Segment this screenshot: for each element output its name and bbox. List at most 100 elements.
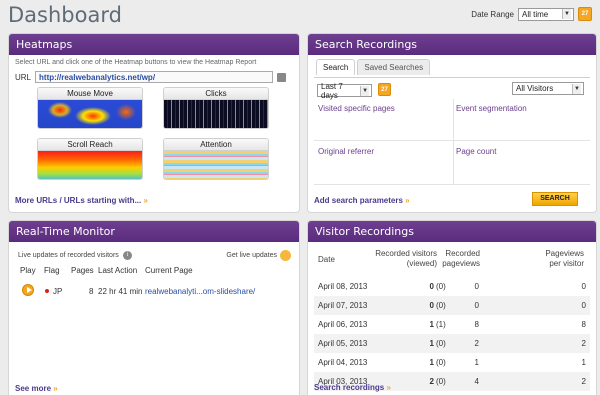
- live-updates-label: Get live updates: [226, 252, 277, 259]
- tab-search[interactable]: Search: [316, 59, 356, 75]
- row-recorded: 0: [429, 301, 434, 310]
- attention-label: Attention: [164, 139, 268, 151]
- scroll-reach-label: Scroll Reach: [38, 139, 142, 151]
- chevron-right-icon: »: [143, 196, 148, 205]
- table-row[interactable]: April 04, 2013 1 (0) 1 1: [314, 353, 590, 372]
- search-tabs: Search Saved Searches: [316, 59, 431, 75]
- visitors-select[interactable]: All Visitors ▼: [512, 82, 584, 95]
- col-ppv-label-1: Pageviews: [545, 249, 584, 258]
- chevron-down-icon: ▼: [572, 83, 581, 94]
- table-row[interactable]: April 06, 2013 1 (1) 8 8: [314, 315, 590, 334]
- table-row[interactable]: April 05, 2013 1 (0) 2 2: [314, 334, 590, 353]
- col-flag: Flag: [44, 266, 60, 275]
- col-last-action: Last Action: [98, 266, 138, 275]
- heatmaps-panel: Heatmaps Select URL and click one of the…: [8, 33, 300, 213]
- row-viewed: (0): [436, 358, 446, 367]
- row-recorded: 0: [429, 282, 434, 291]
- date-range-value: All time: [522, 9, 549, 19]
- url-label: URL: [15, 72, 32, 82]
- table-row[interactable]: April 07, 2013 0 (0) 0 0: [314, 296, 590, 315]
- url-picker-icon[interactable]: [277, 72, 287, 82]
- tab-saved-searches[interactable]: Saved Searches: [357, 59, 431, 75]
- row-pageviews: 1: [474, 358, 479, 367]
- search-recordings-link[interactable]: Search recordings »: [314, 383, 391, 392]
- page-count-filter[interactable]: Page count: [456, 147, 496, 156]
- realtime-title: Real-Time Monitor: [9, 221, 299, 242]
- row-pageviews: 0: [474, 301, 479, 310]
- chevron-right-icon: »: [53, 384, 58, 393]
- row-viewed: (1): [436, 320, 446, 329]
- event-segmentation-filter[interactable]: Event segmentation: [456, 104, 527, 113]
- realtime-monitor-panel: Real-Time Monitor Live updates of record…: [8, 220, 300, 395]
- chevron-down-icon: ▼: [360, 85, 369, 96]
- heatmaps-title: Heatmaps: [9, 34, 299, 55]
- add-params-text: Add search parameters: [314, 196, 403, 205]
- row-current-page[interactable]: realwebanalyti...om-slideshare/: [145, 287, 255, 296]
- row-date: April 08, 2013: [318, 282, 368, 291]
- play-icon[interactable]: [22, 284, 34, 296]
- search-title: Search Recordings: [308, 34, 596, 55]
- col-recorded-visitors: Recorded visitors (viewed): [372, 249, 437, 269]
- row-viewed: (0): [436, 339, 446, 348]
- live-updates-icon: [280, 250, 291, 261]
- visitor-recordings-title: Visitor Recordings: [308, 221, 596, 242]
- live-updates-toggle[interactable]: Get live updates: [226, 250, 291, 261]
- col-ppv-label-2: per visitor: [549, 259, 584, 268]
- clicks-label: Clicks: [164, 88, 268, 100]
- date-range: Date Range All time ▼ 27: [471, 7, 592, 21]
- row-pageviews: 8: [474, 320, 479, 329]
- date-range-select[interactable]: All time ▼: [518, 7, 574, 21]
- visitor-recordings-panel: Visitor Recordings Date Recorded visitor…: [307, 220, 597, 395]
- col-pageviews-per-visitor: Pageviews per visitor: [524, 249, 584, 269]
- tab-divider: [314, 77, 590, 78]
- days-value: Last 7 days: [321, 81, 343, 100]
- row-ppv: 2: [581, 377, 586, 386]
- calendar-icon[interactable]: 27: [378, 83, 391, 96]
- more-urls-link[interactable]: More URLs / URLs starting with... »: [15, 196, 148, 205]
- col-current-page: Current Page: [145, 266, 193, 275]
- realtime-subtitle-row: Live updates of recorded visitors i: [18, 251, 132, 260]
- attention-button[interactable]: Attention: [163, 138, 269, 180]
- page-title: Dashboard: [8, 3, 122, 27]
- row-flag: JP: [53, 287, 63, 296]
- row-recorded: 2: [429, 377, 434, 386]
- chevron-right-icon: »: [405, 196, 410, 205]
- search-button[interactable]: SEARCH: [532, 192, 578, 206]
- grid-divider: [453, 99, 454, 184]
- clicks-button[interactable]: Clicks: [163, 87, 269, 129]
- row-pageviews: 0: [474, 282, 479, 291]
- col-recorded-visitors-label: Recorded visitors: [375, 249, 437, 258]
- row-viewed: (0): [436, 377, 446, 386]
- visited-pages-filter[interactable]: Visited specific pages: [318, 104, 395, 113]
- add-search-parameters-link[interactable]: Add search parameters »: [314, 196, 410, 205]
- row-recorded: 1: [429, 320, 434, 329]
- info-icon[interactable]: i: [122, 251, 132, 260]
- calendar-icon[interactable]: 27: [578, 7, 592, 21]
- url-input[interactable]: http://realwebanalytics.net/wp/: [35, 71, 274, 83]
- row-date: April 07, 2013: [318, 301, 368, 310]
- row-date: April 04, 2013: [318, 358, 368, 367]
- row-viewed: (0): [436, 282, 446, 291]
- url-row: URL http://realwebanalytics.net/wp/: [15, 71, 287, 83]
- row-ppv: 2: [581, 339, 586, 348]
- original-referrer-filter[interactable]: Original referrer: [318, 147, 374, 156]
- mouse-move-thumbnail: [38, 100, 142, 128]
- see-more-link[interactable]: See more »: [15, 384, 58, 393]
- search-recordings-text: Search recordings: [314, 383, 385, 392]
- grid-divider: [314, 184, 590, 185]
- row-viewed: (0): [436, 301, 446, 310]
- row-ppv: 8: [581, 320, 586, 329]
- col-viewed-label: (viewed): [406, 259, 437, 268]
- date-range-label: Date Range: [471, 9, 514, 19]
- mouse-move-button[interactable]: Mouse Move: [37, 87, 143, 129]
- row-pages: 8: [89, 287, 94, 296]
- row-recorded: 1: [429, 339, 434, 348]
- days-select[interactable]: Last 7 days ▼: [317, 81, 372, 100]
- mouse-move-label: Mouse Move: [38, 88, 142, 100]
- col-pages: Pages: [71, 266, 94, 275]
- col-recorded-pageviews: Recorded pageviews: [440, 249, 480, 269]
- table-row[interactable]: April 08, 2013 0 (0) 0 0: [314, 277, 590, 296]
- scroll-reach-button[interactable]: Scroll Reach: [37, 138, 143, 180]
- heatmaps-instructions: Select URL and click one of the Heatmap …: [15, 59, 257, 66]
- more-urls-text: More URLs / URLs starting with...: [15, 196, 142, 205]
